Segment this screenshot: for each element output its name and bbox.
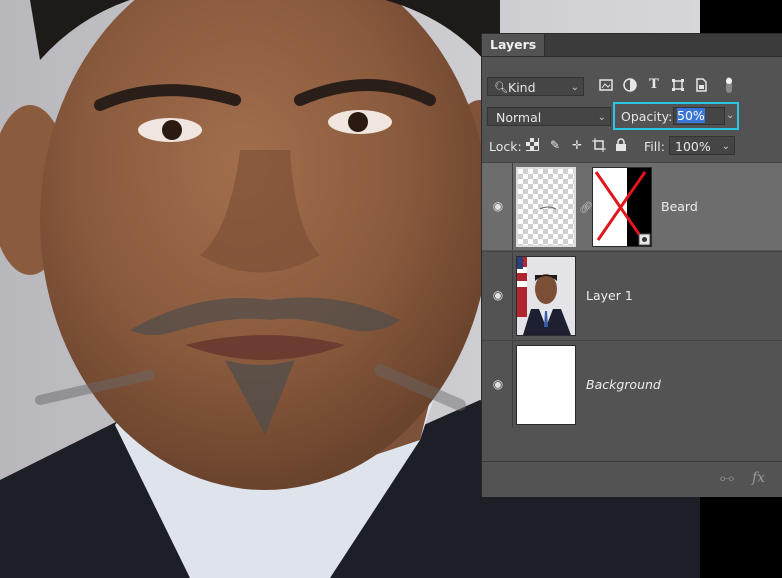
fx-icon[interactable]: fx bbox=[752, 470, 765, 486]
blend-mode-label: Normal bbox=[496, 110, 542, 125]
fill-input[interactable]: 100% ⌄ bbox=[669, 136, 735, 155]
blend-mode-dropdown[interactable]: Normal ⌄ bbox=[487, 107, 611, 126]
smart-object-filter-icon[interactable] bbox=[694, 78, 708, 92]
panel-footer: ⧟ fx bbox=[482, 461, 782, 497]
layer-thumbnail[interactable] bbox=[516, 167, 576, 247]
opacity-control: Opacity: 50% ⌄ bbox=[613, 102, 739, 130]
lock-label: Lock: bbox=[489, 139, 522, 154]
fill-label: Fill: bbox=[644, 139, 665, 154]
opacity-value: 50% bbox=[677, 108, 705, 123]
fill-value: 100% bbox=[675, 139, 711, 154]
eye-icon[interactable]: ◉ bbox=[490, 199, 506, 213]
layer-mask-thumbnail[interactable] bbox=[592, 167, 652, 247]
search-icon: 🔍︎ bbox=[494, 81, 508, 94]
kind-filter-dropdown[interactable]: 🔍︎ Kind ⌄ bbox=[487, 77, 584, 96]
mask-link-icon[interactable]: 🔗︎ bbox=[579, 201, 593, 214]
tab-layers[interactable]: Layers bbox=[482, 34, 546, 56]
pixel-filter-icon[interactable] bbox=[599, 78, 613, 92]
lock-artboard-icon[interactable] bbox=[592, 138, 606, 152]
lock-all-icon[interactable] bbox=[614, 138, 628, 152]
kind-filter-label: Kind bbox=[508, 80, 536, 95]
eye-icon[interactable]: ◉ bbox=[490, 288, 506, 302]
shape-filter-icon[interactable] bbox=[671, 78, 685, 92]
eye-icon[interactable]: ◉ bbox=[490, 377, 506, 391]
lock-position-icon[interactable]: ✛ bbox=[570, 138, 584, 152]
layers-panel: Layers 🔍︎ Kind ⌄ T Normal ⌄ Opacity: 50%… bbox=[481, 33, 782, 497]
layer-thumbnail[interactable] bbox=[516, 345, 576, 425]
layer-row-background[interactable]: ◉ Background bbox=[482, 340, 782, 428]
chevron-down-icon[interactable]: ⌄ bbox=[726, 107, 736, 125]
layer-name[interactable]: Layer 1 bbox=[586, 288, 633, 303]
chevron-down-icon: ⌄ bbox=[721, 141, 730, 152]
link-layers-icon[interactable]: ⧟ bbox=[720, 470, 734, 486]
layer-row-beard[interactable]: ◉ 🔗︎ Beard bbox=[482, 162, 782, 250]
layer-thumbnail[interactable] bbox=[516, 256, 576, 336]
chevron-down-icon: ⌄ bbox=[597, 112, 606, 123]
layer-name[interactable]: Background bbox=[586, 377, 661, 392]
opacity-label: Opacity: bbox=[621, 109, 673, 124]
lock-transparent-icon[interactable] bbox=[525, 138, 539, 152]
chevron-down-icon: ⌄ bbox=[570, 82, 579, 93]
opacity-input[interactable]: 50% bbox=[673, 107, 725, 125]
layer-name[interactable]: Beard bbox=[661, 199, 698, 214]
lock-image-icon[interactable]: ✎ bbox=[548, 138, 562, 152]
filter-toggle-icon[interactable] bbox=[722, 76, 736, 93]
layer-row-layer-1[interactable]: ◉ Layer 1 bbox=[482, 251, 782, 339]
type-filter-icon[interactable]: T bbox=[647, 78, 661, 92]
panel-tab-bar: Layers bbox=[482, 34, 782, 57]
adjustment-filter-icon[interactable] bbox=[623, 78, 637, 92]
